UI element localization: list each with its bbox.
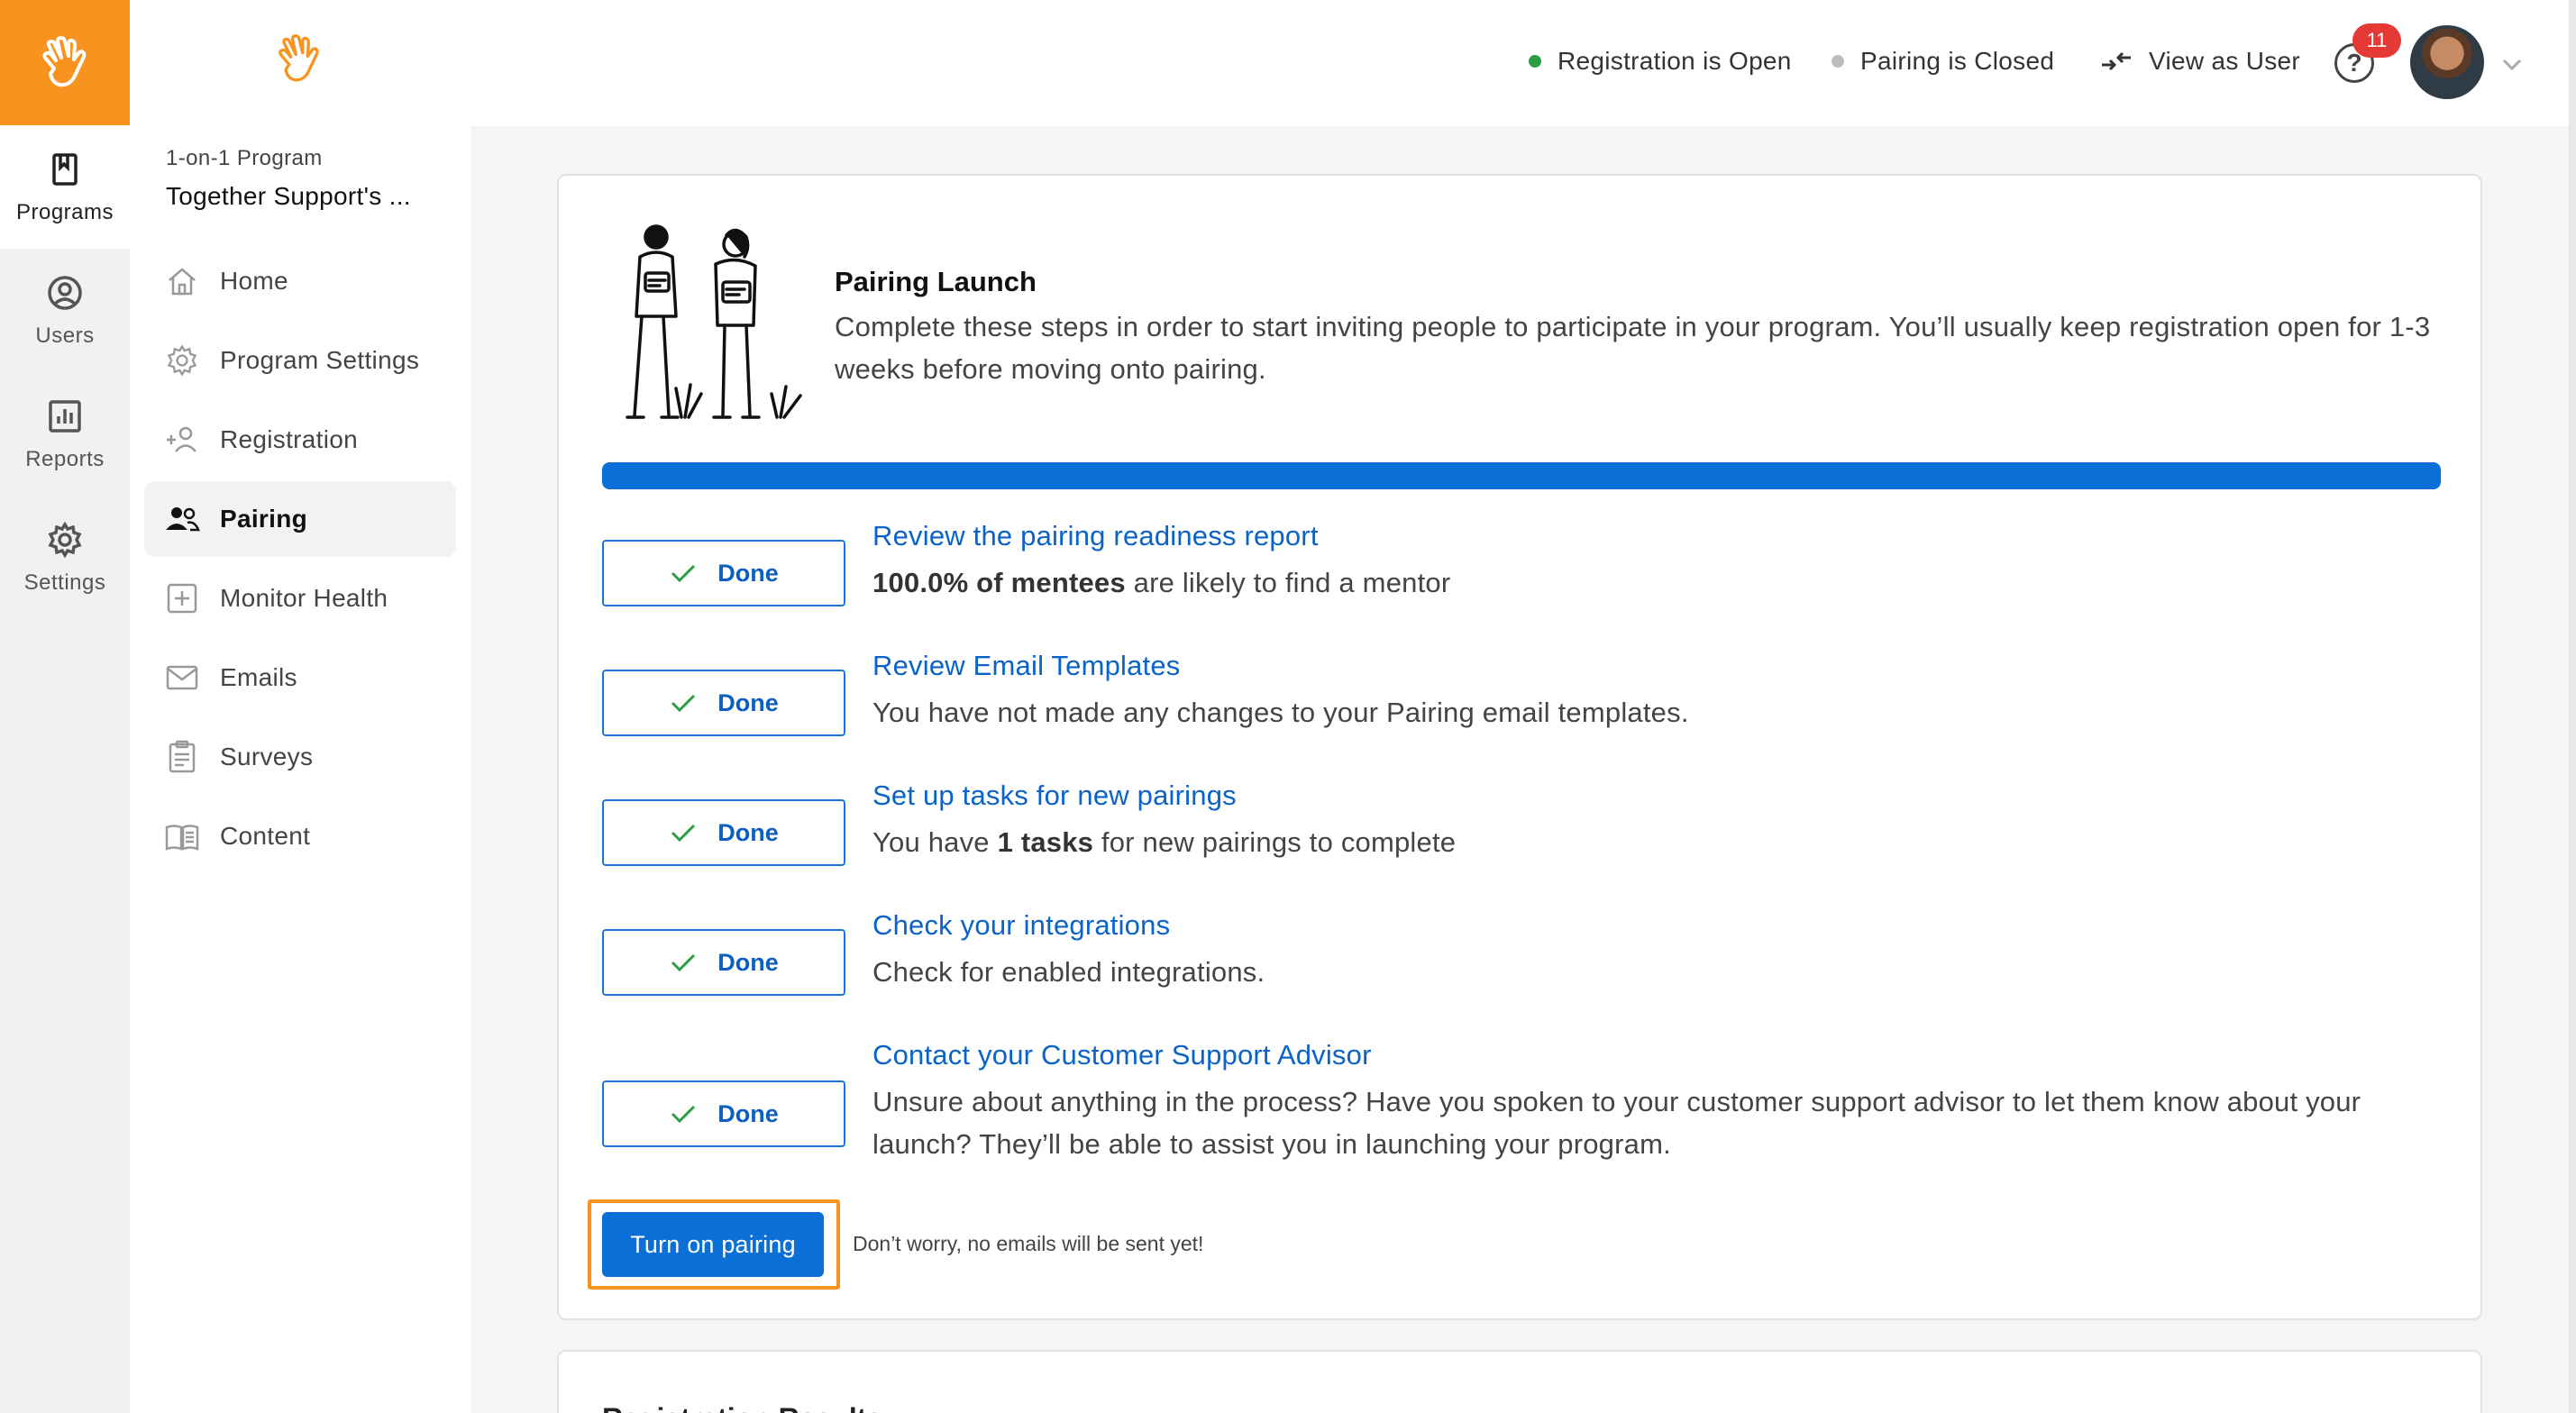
check-icon (671, 824, 696, 843)
sidebar-item-emails[interactable]: Emails (144, 640, 456, 716)
home-icon (169, 268, 196, 296)
rail-item-settings[interactable]: Settings (0, 496, 130, 619)
registration-status: Registration is Open (1529, 47, 1792, 76)
step-description: Check for enabled integrations. (872, 956, 1265, 988)
launch-progress-bar (602, 462, 2441, 489)
cta-note: Don’t worry, no emails will be sent yet! (853, 1232, 1204, 1255)
launch-description: Complete these steps in order to start i… (835, 311, 2431, 385)
rail-label: Settings (23, 570, 106, 595)
rail-item-programs[interactable]: Programs (0, 125, 130, 249)
launch-progress-fill (602, 462, 2441, 489)
envelope-icon (166, 665, 198, 690)
step-done-button[interactable]: Done (602, 670, 845, 736)
rail-item-reports[interactable]: Reports (0, 372, 130, 496)
sidebar-item-home[interactable]: Home (144, 243, 456, 319)
gear-icon (167, 344, 197, 377)
sidebar-item-pairing[interactable]: Pairing (144, 481, 456, 557)
check-icon (671, 564, 696, 583)
top-bar: Registration is Open Pairing is Closed V… (470, 0, 2576, 126)
clipboard-icon (169, 740, 196, 773)
step-description: 100.0% of mentees are likely to find a m… (872, 567, 1451, 598)
pairing-status: Pairing is Closed (1832, 47, 2054, 76)
step-description: Unsure about anything in the process? Ha… (872, 1086, 2361, 1160)
registration-status-text: Registration is Open (1557, 47, 1792, 75)
check-icon (671, 953, 696, 972)
program-sidebar: 1-on-1 Program Together Support's ... Ho… (130, 0, 470, 1413)
sidebar-item-monitor-health[interactable]: Monitor Health (144, 561, 456, 636)
avatar[interactable] (2410, 25, 2484, 99)
notification-badge[interactable]: 11 (2352, 23, 2401, 58)
sidebar-item-label: Home (220, 267, 288, 295)
rail-item-users[interactable]: Users (0, 249, 130, 372)
check-icon (671, 694, 696, 713)
people-illustration-icon (626, 224, 802, 419)
view-as-user-button[interactable]: View as User (2098, 47, 2300, 76)
card-title: Registration Results (602, 1402, 882, 1413)
sidebar-item-label: Program Settings (220, 346, 420, 374)
step-title-link[interactable]: Review the pairing readiness report (872, 520, 1319, 552)
add-user-icon (167, 426, 196, 452)
brand-logo[interactable] (0, 0, 130, 125)
step-title-link[interactable]: Contact your Customer Support Advisor (872, 1039, 1372, 1071)
sidebar-item-label: Surveys (220, 743, 314, 770)
bookmark-icon (52, 152, 78, 186)
step-title-link[interactable]: Check your integrations (872, 909, 1170, 942)
sidebar-item-content[interactable]: Content (144, 798, 456, 874)
view-as-user-label: View as User (2149, 47, 2301, 75)
book-icon (165, 825, 199, 851)
step-done-button[interactable]: Done (602, 799, 845, 866)
pairing-launch-card: Pairing Launch Complete these steps in o… (557, 174, 2482, 1320)
step-title-link[interactable]: Set up tasks for new pairings (872, 779, 1237, 812)
sidebar-item-label: Pairing (220, 505, 308, 533)
sidebar-item-label: Monitor Health (220, 584, 388, 612)
sidebar-item-label: Content (220, 822, 311, 850)
gear-icon (48, 521, 82, 558)
pairing-status-text: Pairing is Closed (1860, 47, 2055, 75)
program-type-label: 1-on-1 Program (166, 146, 323, 170)
launch-title: Pairing Launch (835, 266, 1037, 297)
hand-wave-icon (279, 34, 319, 82)
check-icon (671, 1105, 696, 1124)
chart-icon (49, 399, 81, 433)
sidebar-item-program-settings[interactable]: Program Settings (144, 323, 456, 398)
step-done-button[interactable]: Done (602, 540, 845, 606)
program-nav: Home Program Settings Registration Pairi… (144, 243, 456, 878)
status-dot-gray (1832, 55, 1844, 68)
sidebar-item-registration[interactable]: Registration (144, 402, 456, 478)
rail-label: Programs (15, 199, 114, 224)
step-description: You have 1 tasks for new pairings to com… (872, 826, 1457, 858)
sidebar-item-surveys[interactable]: Surveys (144, 719, 456, 795)
page-scrollbar[interactable] (2569, 0, 2576, 1413)
users-icon (166, 507, 200, 532)
step-done-button[interactable]: Done (602, 1080, 845, 1147)
step-title-link[interactable]: Review Email Templates (872, 650, 1181, 682)
program-name[interactable]: Together Support's ... (166, 182, 411, 211)
sidebar-item-label: Registration (220, 425, 359, 453)
user-circle-icon (48, 275, 82, 310)
turn-on-pairing-button[interactable]: Turn on pairing (602, 1212, 824, 1277)
rail-label: Reports (25, 446, 105, 471)
status-dot-green (1529, 55, 1541, 68)
sidebar-item-label: Emails (220, 663, 297, 691)
hand-wave-icon (42, 35, 87, 87)
chevron-down-icon[interactable] (2500, 52, 2524, 76)
step-done-button[interactable]: Done (602, 929, 845, 996)
plus-box-icon (167, 583, 197, 614)
rail-label: Users (35, 323, 95, 348)
registration-results-card: Registration Results (557, 1350, 2482, 1413)
swap-arrows-icon (2102, 51, 2131, 71)
icon-rail: Programs Users Reports Settings (0, 0, 130, 1413)
step-description: You have not made any changes to your Pa… (872, 697, 1689, 728)
